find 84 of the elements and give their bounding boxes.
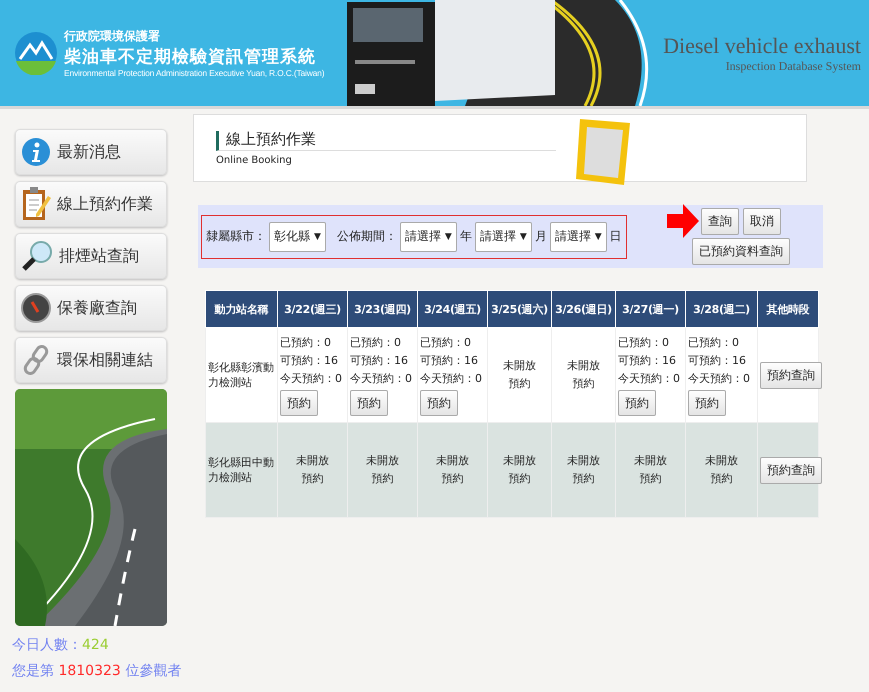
- column-header: 3/24(週五): [418, 290, 488, 328]
- column-header: 3/25(週六): [488, 290, 552, 328]
- slot-info: 可預約：16: [420, 353, 478, 369]
- station-name: 彰化縣彰濱動力檢測站: [208, 361, 274, 389]
- clipboard-icon: [21, 186, 51, 222]
- slot-info: 可預約：16: [280, 353, 338, 369]
- nav-button[interactable]: 線上預約作業: [15, 181, 167, 227]
- nav-button[interactable]: 最新消息: [15, 129, 167, 175]
- station-name: 彰化縣田中動力檢測站: [208, 456, 274, 484]
- county-select[interactable]: 彰化縣 ▼: [269, 222, 326, 252]
- book-button[interactable]: 預約: [618, 390, 656, 416]
- column-header: 動力站名稱: [206, 290, 278, 328]
- closed-status: 未開放: [436, 453, 469, 469]
- column-header: 3/22(週三): [278, 290, 348, 328]
- book-button[interactable]: 預約: [688, 390, 726, 416]
- date-unit: 日: [610, 228, 622, 245]
- column-header: 3/23(週四): [348, 290, 418, 328]
- slot-info: 已預約：0: [350, 335, 401, 351]
- closed-status: 未開放: [634, 453, 667, 469]
- date-unit: 月: [534, 228, 547, 245]
- closed-status: 預約: [572, 376, 594, 392]
- logo-icon: [14, 31, 58, 75]
- county-label: 隸屬縣市：: [206, 228, 266, 245]
- column-header: 3/27(週一): [616, 290, 686, 328]
- slot-info: 已預約：0: [280, 335, 331, 351]
- visitor-count: 您是第 1810323 位參觀者: [12, 662, 182, 681]
- closed-status: 未開放: [705, 453, 738, 469]
- book-button[interactable]: 預約: [280, 390, 318, 416]
- slot-info: 今天預約：0: [618, 371, 680, 387]
- nav-button[interactable]: 排煙站查詢: [15, 233, 167, 279]
- closed-status: 預約: [508, 376, 530, 392]
- closed-status: 未開放: [296, 453, 329, 469]
- slot-info: 已預約：0: [420, 335, 471, 351]
- closed-status: 預約: [572, 471, 594, 487]
- closed-status: 預約: [710, 471, 732, 487]
- slot-info: 已預約：0: [618, 335, 669, 351]
- closed-status: 預約: [640, 471, 662, 487]
- closed-status: 未開放: [567, 453, 600, 469]
- book-button[interactable]: 預約: [350, 390, 388, 416]
- english-system-subtitle: Inspection Database System: [726, 58, 861, 74]
- gauge-icon: [21, 293, 51, 323]
- slot-info: 可預約：16: [350, 353, 408, 369]
- slot-info: 今天預約：0: [420, 371, 482, 387]
- info-icon: [21, 137, 51, 167]
- system-title: 柴油車不定期檢驗資訊管理系統: [64, 46, 317, 68]
- slot-info: 可預約：16: [688, 353, 746, 369]
- slot-info: 可預約：16: [618, 353, 676, 369]
- visitors-today: 今日人數：424: [12, 636, 110, 655]
- booked-query-button[interactable]: 已預約資料查詢: [692, 238, 790, 265]
- column-header: 3/26(週日): [552, 290, 616, 328]
- closed-status: 未開放: [503, 453, 536, 469]
- date-select[interactable]: 請選擇 ▼: [400, 222, 457, 252]
- nav-button[interactable]: 保養廠查詢: [15, 285, 167, 331]
- closed-status: 未開放: [567, 358, 600, 374]
- closed-status: 預約: [372, 471, 394, 487]
- search-button[interactable]: 查詢: [701, 208, 739, 235]
- slot-info: 今天預約：0: [688, 371, 750, 387]
- closed-status: 未開放: [366, 453, 399, 469]
- slot-info: 今天預約：0: [350, 371, 412, 387]
- arrow-icon: [667, 204, 699, 238]
- magnifier-icon: [21, 240, 53, 272]
- page-subtitle: Online Booking: [216, 155, 293, 166]
- slot-info: 今天預約：0: [280, 371, 342, 387]
- english-system-title: Diesel vehicle exhaust: [663, 32, 861, 58]
- agency-name: 行政院環境保護署: [64, 28, 161, 45]
- date-unit: 年: [460, 228, 472, 245]
- slot-info: 已預約：0: [688, 335, 739, 351]
- book-button[interactable]: 預約: [420, 390, 458, 416]
- cancel-button[interactable]: 取消: [743, 208, 781, 235]
- nav-button[interactable]: 環保相關連結: [15, 337, 167, 383]
- column-header: 3/28(週二): [686, 290, 758, 328]
- booking-query-button[interactable]: 預約查詢: [760, 456, 822, 484]
- page-title: 線上預約作業: [216, 131, 556, 151]
- closed-status: 預約: [508, 471, 530, 487]
- closed-status: 未開放: [503, 358, 536, 374]
- english-agency-name: Environmental Protection Administration Executive Yuan, R.O.C.(Taiwan): [64, 68, 324, 78]
- closed-status: 預約: [302, 471, 324, 487]
- period-label: 公佈期間：: [336, 228, 397, 245]
- column-header: 其他時段: [758, 290, 818, 328]
- booking-query-button[interactable]: 預約查詢: [760, 362, 822, 388]
- chain-link-icon: [21, 344, 51, 376]
- date-select[interactable]: 請選擇 ▼: [474, 222, 532, 252]
- date-select[interactable]: 請選擇 ▼: [550, 222, 607, 252]
- closed-status: 預約: [442, 471, 464, 487]
